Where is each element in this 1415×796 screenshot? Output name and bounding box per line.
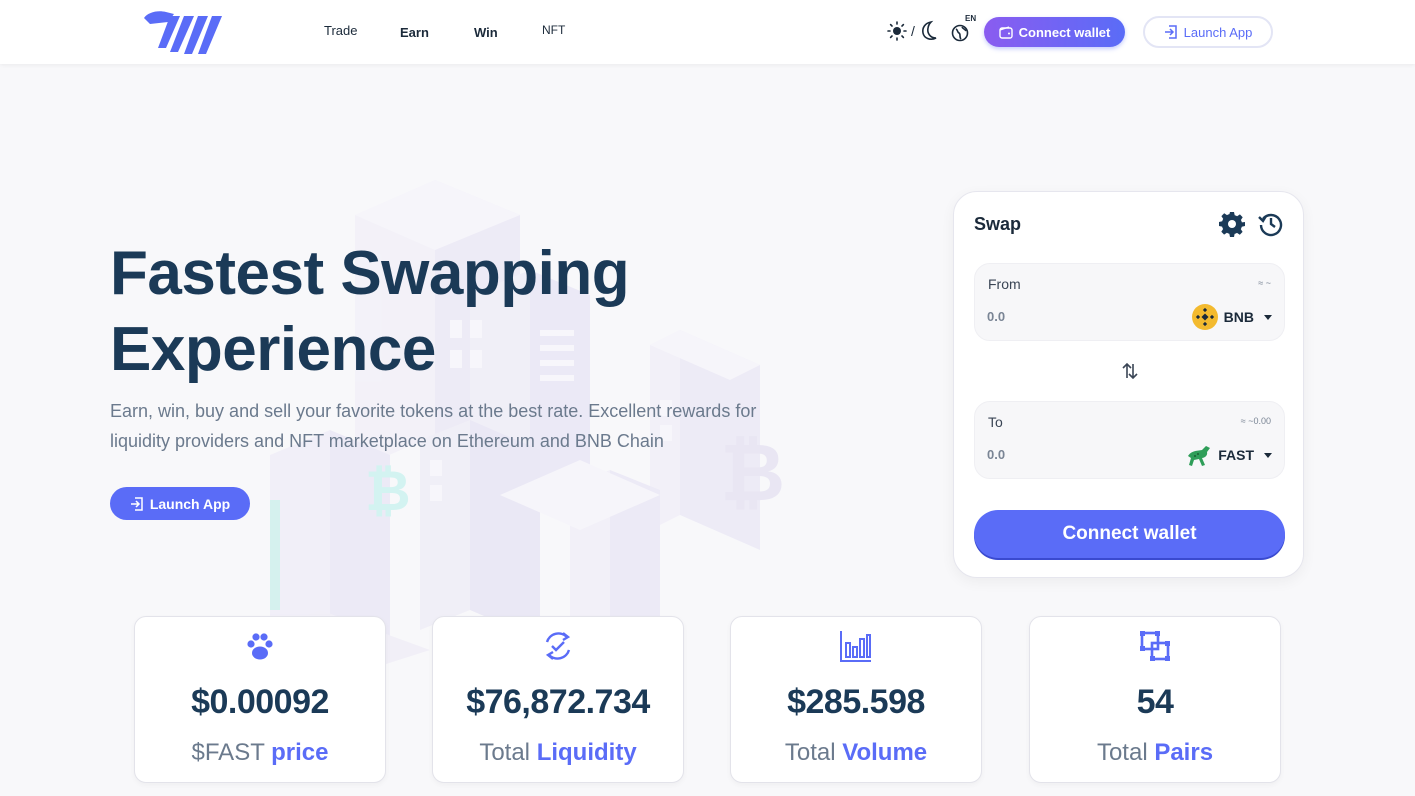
from-amount-input[interactable]: 0.0 xyxy=(987,309,1005,324)
from-token-select[interactable]: BNB xyxy=(1191,304,1272,330)
pairs-icon xyxy=(1140,631,1170,661)
sun-icon[interactable] xyxy=(887,21,907,41)
to-amount-input[interactable]: 0.0 xyxy=(987,447,1005,462)
to-label: To xyxy=(988,414,1003,430)
chevron-down-icon xyxy=(1264,452,1272,458)
stat-price-value: $0.00092 xyxy=(191,683,329,721)
from-token-label: BNB xyxy=(1223,309,1254,325)
stat-card-volume: $285.598 Total Volume xyxy=(730,616,982,783)
globe-icon xyxy=(951,24,969,42)
stat-pairs-value: 54 xyxy=(1136,683,1174,721)
hero-subtitle: Earn, win, buy and sell your favorite to… xyxy=(110,401,757,451)
hero-launch-app-button[interactable]: Launch App xyxy=(110,487,250,520)
nav-nft[interactable]: NFT xyxy=(542,23,565,37)
fast-token-icon xyxy=(1188,446,1211,466)
to-token-label: FAST xyxy=(1218,447,1254,463)
language-selector[interactable]: EN xyxy=(950,14,978,44)
stat-volume-caption: Total Volume xyxy=(784,739,928,766)
login-icon xyxy=(130,496,143,511)
connect-wallet-label: Connect wallet xyxy=(1018,24,1111,40)
login-icon xyxy=(1164,25,1177,39)
stat-liquidity-value: $76,872.734 xyxy=(466,683,650,721)
hero-launch-app-label: Launch App xyxy=(149,495,231,512)
to-balance: ≈ ~0.00 xyxy=(1240,416,1271,426)
stat-pairs-caption: Total Pairs xyxy=(1096,739,1214,766)
wallet-icon xyxy=(998,25,1013,39)
stat-card-liquidity: $76,872.734 Total Liquidity xyxy=(432,616,684,783)
nav-win[interactable]: Win xyxy=(474,25,498,40)
top-header: Trade Earn Win NFT / EN Connect wallet L… xyxy=(0,0,1415,64)
connect-wallet-button[interactable]: Connect wallet xyxy=(984,17,1125,47)
swap-to-box: To ≈ ~0.00 0.0 FAST xyxy=(974,401,1285,479)
history-icon[interactable] xyxy=(1258,211,1284,237)
swap-card: Swap From ≈ ~ 0.0 BNB To ≈ ~0.00 0.0 FAS… xyxy=(953,191,1304,578)
to-token-select[interactable]: FAST xyxy=(1186,442,1272,468)
chevron-down-icon xyxy=(1264,314,1272,320)
refresh-check-icon xyxy=(545,632,571,660)
gear-icon[interactable] xyxy=(1219,211,1245,237)
stat-volume-value: $285.598 xyxy=(787,683,925,721)
stat-card-price: $0.00092 $FAST price xyxy=(134,616,386,783)
svg-text:₿: ₿ xyxy=(365,459,411,522)
bnb-icon xyxy=(1191,304,1218,330)
swap-from-box: From ≈ ~ 0.0 BNB xyxy=(974,263,1285,341)
hero-title-line1: Fastest Swapping xyxy=(110,239,630,308)
launch-app-button[interactable]: Launch App xyxy=(1143,16,1273,48)
moon-icon[interactable] xyxy=(919,20,939,42)
swap-connect-wallet-button[interactable]: Connect wallet xyxy=(974,510,1285,558)
swap-title: Swap xyxy=(974,214,1022,234)
stat-card-pairs: 54 Total Pairs xyxy=(1029,616,1281,783)
nav-trade[interactable]: Trade xyxy=(324,23,357,38)
theme-toggle[interactable]: / xyxy=(887,20,939,42)
paw-icon xyxy=(247,633,273,660)
hero-title-line2: Experience xyxy=(110,315,436,384)
theme-separator: / xyxy=(911,23,915,39)
stat-price-caption: $FAST price xyxy=(191,739,329,766)
language-label: EN xyxy=(965,14,977,23)
stat-liquidity-caption: Total Liquidity xyxy=(479,739,637,766)
bar-chart-icon xyxy=(840,631,871,662)
hero-title: Fastest Swapping Experience xyxy=(110,236,630,388)
logo-icon[interactable] xyxy=(140,8,224,54)
swap-direction-icon[interactable] xyxy=(1120,360,1140,382)
from-balance: ≈ ~ xyxy=(1258,278,1271,288)
from-label: From xyxy=(988,276,1021,292)
launch-app-label: Launch App xyxy=(1183,24,1253,40)
nav-earn[interactable]: Earn xyxy=(400,25,429,40)
